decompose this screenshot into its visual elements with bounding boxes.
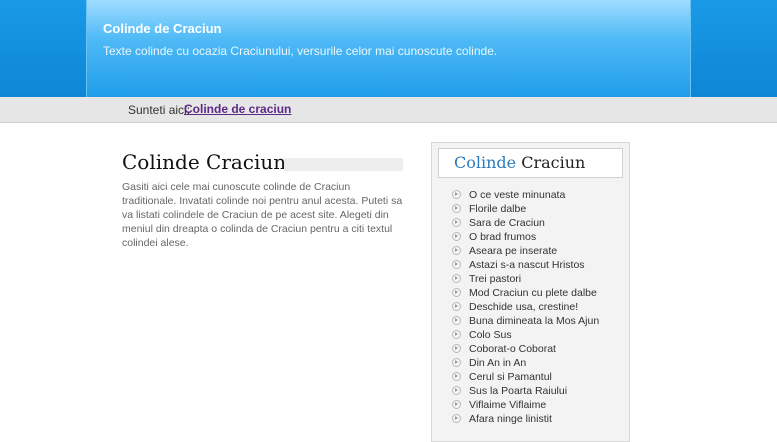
sidebar-heading-second: Craciun <box>521 153 586 172</box>
carol-link[interactable]: Din An in An <box>452 356 599 370</box>
arrow-bullet-icon <box>452 204 461 213</box>
carol-link-label: Deschide usa, crestine! <box>469 301 579 313</box>
arrow-bullet-icon <box>452 344 461 353</box>
carol-link-label: Sus la Poarta Raiului <box>469 385 568 397</box>
carol-link[interactable]: Colo Sus <box>452 328 599 342</box>
arrow-bullet-icon <box>452 274 461 283</box>
carol-link-label: O brad frumos <box>469 231 537 243</box>
carol-link[interactable]: Coborat-o Coborat <box>452 342 599 356</box>
arrow-bullet-icon <box>452 386 461 395</box>
sidebar: Colinde Craciun O ce veste minunata Flor… <box>431 142 630 442</box>
carol-link-label: Trei pastori <box>469 273 522 285</box>
arrow-bullet-icon <box>452 232 461 241</box>
arrow-bullet-icon <box>452 218 461 227</box>
arrow-bullet-icon <box>452 302 461 311</box>
sidebar-heading-first: Colinde <box>454 153 517 172</box>
carol-link-label: Din An in An <box>469 357 527 369</box>
breadcrumb-label: Sunteti aici: <box>128 103 191 117</box>
carol-link-label: Viflaime Viflaime <box>469 399 547 411</box>
carol-link[interactable]: Viflaime Viflaime <box>452 398 599 412</box>
carol-link-label: Aseara pe inserate <box>469 245 558 257</box>
carol-link-label: Mod Craciun cu plete dalbe <box>469 287 597 299</box>
arrow-bullet-icon <box>452 260 461 269</box>
carol-list: O ce veste minunata Florile dalbe Sara d… <box>452 188 599 426</box>
carol-link[interactable]: Florile dalbe <box>452 202 599 216</box>
carol-link-label: Afara ninge linistit <box>469 413 552 425</box>
carol-link-label: Sara de Craciun <box>469 217 545 229</box>
carol-link[interactable]: Afara ninge linistit <box>452 412 599 426</box>
carol-link[interactable]: Deschide usa, crestine! <box>452 300 599 314</box>
arrow-bullet-icon <box>452 414 461 423</box>
carol-link[interactable]: Astazi s-a nascut Hristos <box>452 258 599 272</box>
sidebar-heading: Colinde Craciun <box>438 148 623 178</box>
arrow-bullet-icon <box>452 400 461 409</box>
breadcrumb-link[interactable]: Colinde de craciun <box>184 102 291 116</box>
arrow-bullet-icon <box>452 316 461 325</box>
carol-link[interactable]: O brad frumos <box>452 230 599 244</box>
carol-link[interactable]: Buna dimineata la Mos Ajun <box>452 314 599 328</box>
carol-link[interactable]: Cerul si Pamantul <box>452 370 599 384</box>
site-tagline: Texte colinde cu ocazia Craciunului, ver… <box>103 44 498 58</box>
arrow-bullet-icon <box>452 358 461 367</box>
breadcrumb: Sunteti aici: Colinde de craciun <box>0 97 777 123</box>
arrow-bullet-icon <box>452 190 461 199</box>
arrow-bullet-icon <box>452 288 461 297</box>
carol-link[interactable]: Trei pastori <box>452 272 599 286</box>
carol-link[interactable]: Mod Craciun cu plete dalbe <box>452 286 599 300</box>
carol-link-label: O ce veste minunata <box>469 189 566 201</box>
carol-link-label: Astazi s-a nascut Hristos <box>469 259 585 271</box>
carol-link[interactable]: Aseara pe inserate <box>452 244 599 258</box>
site-title[interactable]: Colinde de Craciun <box>103 21 221 36</box>
carol-link[interactable]: Sus la Poarta Raiului <box>452 384 599 398</box>
site-header: Colinde de Craciun Texte colinde cu ocaz… <box>86 0 691 97</box>
arrow-bullet-icon <box>452 246 461 255</box>
intro-text: Gasiti aici cele mai cunoscute colinde d… <box>122 181 403 249</box>
page-title: Colinde Craciun <box>122 150 287 174</box>
carol-link-label: Buna dimineata la Mos Ajun <box>469 315 600 327</box>
carol-link-label: Florile dalbe <box>469 203 527 215</box>
carol-link[interactable]: O ce veste minunata <box>452 188 599 202</box>
arrow-bullet-icon <box>452 330 461 339</box>
title-divider <box>284 158 403 171</box>
carol-link-label: Coborat-o Coborat <box>469 343 556 355</box>
carol-link-label: Colo Sus <box>469 329 512 341</box>
carol-link[interactable]: Sara de Craciun <box>452 216 599 230</box>
arrow-bullet-icon <box>452 372 461 381</box>
carol-link-label: Cerul si Pamantul <box>469 371 552 383</box>
